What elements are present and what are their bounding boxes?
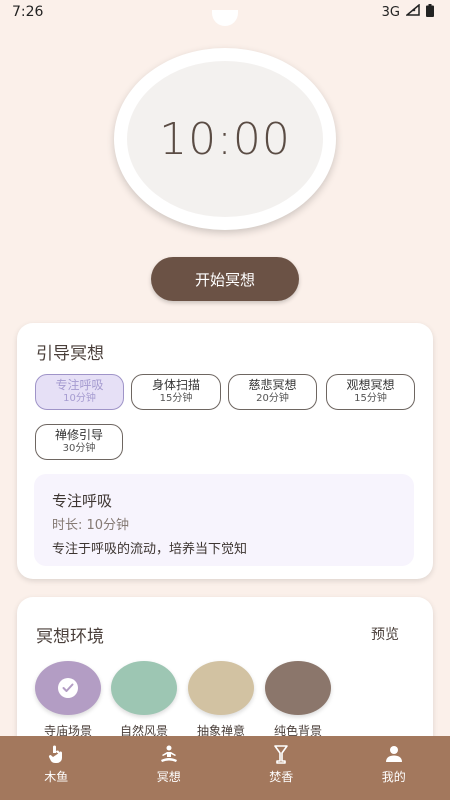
bottom-nav: 木鱼 冥想 焚香 我的 [0,736,450,800]
guided-option-focus-breathing[interactable]: 专注呼吸 10分钟 [35,374,124,410]
guided-option-duration: 10分钟 [63,393,96,405]
timer-circle[interactable]: 10:00 [114,48,336,230]
environment-card: 冥想环境 预览 寺庙场景 自然风景 抽象禅意 纯色背景 [17,597,433,757]
guided-option-duration: 15分钟 [159,393,193,405]
detail-duration: 时长: 10分钟 [52,518,130,533]
nav-item-incense[interactable]: 焚香 [225,736,338,800]
checkmark-icon [58,678,78,698]
nav-label: 我的 [381,770,406,784]
nav-label: 木鱼 [44,770,69,784]
guided-option-visualization[interactable]: 观想冥想 15分钟 [326,374,415,410]
guided-option-duration: 20分钟 [256,393,289,405]
detail-title: 专注呼吸 [52,492,113,510]
guided-option-name: 专注呼吸 [55,378,104,393]
network-type: 3G [381,4,400,20]
nav-item-meditation[interactable]: 冥想 [113,736,226,800]
status-time: 7:26 [12,4,44,20]
timer-inner-circle: 10:00 [127,61,323,217]
scene-abstract-swatch[interactable] [188,661,254,715]
nav-item-profile[interactable]: 我的 [338,736,450,800]
nav-label: 焚香 [269,770,294,784]
guided-option-body-scan[interactable]: 身体扫描 15分钟 [131,374,221,410]
scene-temple-swatch[interactable] [35,661,101,715]
guided-option-name: 禅修引导 [54,428,103,443]
nav-label: 冥想 [156,770,181,784]
guided-option-duration: 15分钟 [354,393,387,405]
guided-option-compassion[interactable]: 慈悲冥想 20分钟 [228,374,317,410]
detail-description: 专注于呼吸的流动，培养当下觉知 [52,542,248,557]
start-meditation-button[interactable]: 开始冥想 [151,257,299,301]
guided-detail-panel: 专注呼吸 时长: 10分钟 专注于呼吸的流动，培养当下觉知 [34,474,414,566]
preview-link[interactable]: 预览 [371,624,399,644]
scene-solid-swatch[interactable] [265,661,331,715]
status-indicators: 3G [381,3,434,21]
guided-meditation-card: 引导冥想 专注呼吸 10分钟 身体扫描 15分钟 慈悲冥想 20分钟 观想冥想 … [17,323,433,579]
person-icon [384,744,404,764]
guided-option-zen[interactable]: 禅修引导 30分钟 [35,424,123,460]
timer-display: 10:00 [159,113,291,165]
guided-option-name: 慈悲冥想 [248,378,297,393]
hand-tap-icon [46,744,66,764]
guided-option-name: 观想冥想 [346,378,395,393]
guided-option-duration: 30分钟 [62,443,96,455]
nav-item-muyu[interactable]: 木鱼 [0,736,113,800]
incense-icon [271,744,291,764]
guided-option-name: 身体扫描 [151,378,200,393]
meditation-icon [159,744,179,764]
signal-icon [404,3,420,20]
battery-icon [426,3,434,21]
scene-nature-swatch[interactable] [111,661,177,715]
guided-meditation-title: 引导冥想 [36,344,104,364]
environment-title: 冥想环境 [36,627,104,647]
